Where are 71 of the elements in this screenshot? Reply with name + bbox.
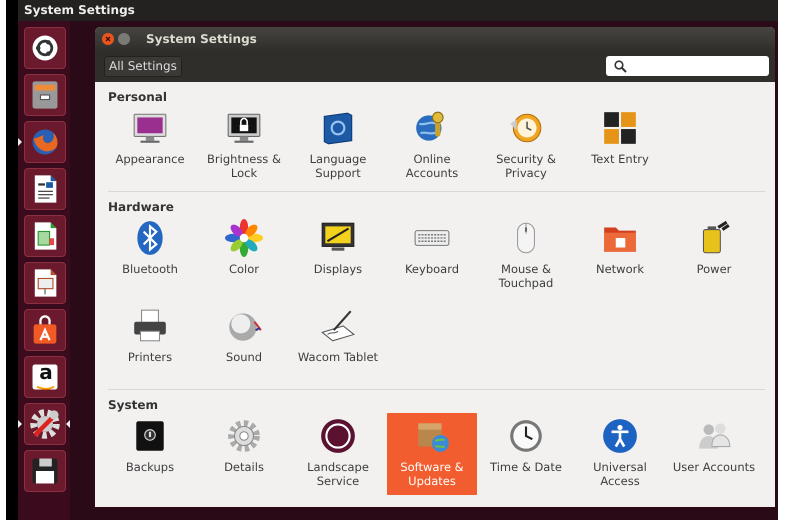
search-field[interactable] [606,56,769,76]
item-label: Landscape Service [306,461,370,488]
item-label: Displays [312,263,364,276]
launcher-icon[interactable] [24,262,66,304]
item-label: Bluetooth [121,263,179,276]
launcher-icon[interactable] [24,403,66,445]
launcher-icon[interactable] [24,309,66,351]
panel-title: System Settings [24,2,135,19]
item-label: User Accounts [672,461,756,474]
section-heading: Hardware [107,199,175,215]
section-heading: System [107,397,159,413]
search-icon [614,60,627,72]
settings-item[interactable]: Language Support [293,105,383,187]
settings-item[interactable]: Displays [293,215,383,297]
settings-item[interactable]: Bluetooth [105,215,195,297]
petal-flower-icon [225,219,263,257]
ring-icon [319,417,357,455]
item-label: Universal Access [592,461,648,488]
launcher-icon[interactable] [24,168,66,210]
settings-item[interactable]: Backups [105,413,195,495]
settings-item[interactable]: Network [575,215,665,297]
launcher-icon[interactable] [24,450,66,492]
launcher-icon[interactable] [24,215,66,257]
item-label: Color [228,263,260,276]
item-label: Sound [224,351,264,364]
item-label: Text Entry [590,153,650,166]
all-settings-button[interactable]: All Settings [104,56,182,76]
item-label: Software & Updates [399,461,465,488]
letter-glyph: a [38,362,54,382]
item-label: Time & Date [489,461,563,474]
item-label: Printers [126,351,174,364]
accessibility-icon [601,417,639,455]
settings-item[interactable]: Online Accounts [387,105,477,187]
launcher-icon[interactable]: a [24,356,66,398]
item-label: Wacom Tablet [296,351,380,364]
settings-item[interactable]: Color [199,215,289,297]
settings-item[interactable]: Time & Date [481,413,571,495]
item-label: Online Accounts [404,153,460,180]
settings-item[interactable]: Mouse & Touchpad [481,215,571,297]
settings-item[interactable]: Details [199,413,289,495]
settings-item[interactable]: User Accounts [669,413,759,495]
section-heading: Personal [107,89,168,105]
key-tiles-icon [601,109,639,147]
item-label: Power [696,263,732,276]
item-label: Security & Privacy [495,153,557,180]
launcher-icon[interactable] [24,27,66,69]
settings-item[interactable]: Security & Privacy [481,105,571,187]
item-label: Backups [124,461,176,474]
settings-item[interactable]: Universal Access [575,413,665,495]
settings-item[interactable]: Appearance [105,105,195,187]
settings-item[interactable]: Brightness & Lock [199,105,289,187]
settings-item[interactable]: Keyboard [387,215,477,297]
item-label: Network [594,263,646,276]
item-label: Keyboard [404,263,460,276]
item-label: Details [223,461,265,474]
settings-item[interactable]: Text Entry [575,105,665,187]
gear-icon [225,417,263,455]
close-button[interactable] [102,32,114,44]
item-label: Appearance [114,153,186,166]
settings-item[interactable]: Landscape Service [293,413,383,495]
item-label: Language Support [308,153,368,180]
item-label: Brightness & Lock [206,153,282,180]
close-icon [105,36,111,42]
window-title: System Settings [146,32,257,46]
settings-item[interactable]: Sound [199,303,289,385]
minimize-button[interactable] [118,32,130,44]
item-label: Mouse & Touchpad [498,263,554,290]
clock-icon [507,417,545,455]
settings-item[interactable]: Power [669,215,759,297]
settings-item[interactable]: Wacom Tablet [293,303,383,385]
settings-item[interactable]: Printers [105,303,195,385]
